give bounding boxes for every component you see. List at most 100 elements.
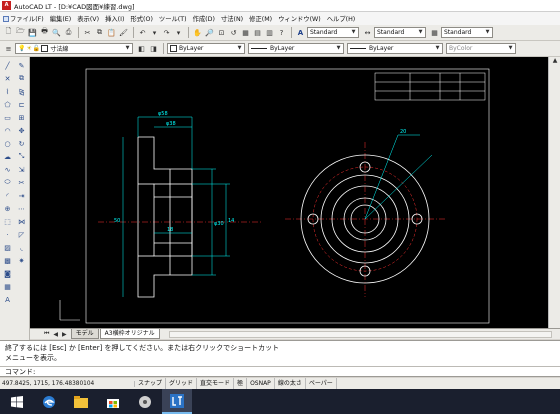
first-tab-icon[interactable]: ⏮	[44, 330, 49, 338]
move-icon[interactable]: ✥	[16, 125, 27, 136]
linetype-select[interactable]: ByLayer ▼	[248, 43, 344, 54]
copy-icon[interactable]: ⧉	[94, 27, 105, 38]
redo-icon[interactable]: ↷	[161, 27, 172, 38]
cut-icon[interactable]: ✂	[82, 27, 93, 38]
stretch-icon[interactable]: ⇲	[16, 164, 27, 175]
insert-block-icon[interactable]: ⊕	[2, 203, 13, 214]
rotate-icon[interactable]: ↻	[16, 138, 27, 149]
menu-draw[interactable]: 作成(D)	[193, 14, 215, 23]
menu-format[interactable]: 形式(O)	[130, 14, 152, 23]
dim-style-select[interactable]: Standard ▼	[374, 27, 426, 38]
menu-view[interactable]: 表示(V)	[77, 14, 99, 23]
tab-model[interactable]: モデル	[70, 329, 99, 339]
coordinate-readout[interactable]: 497.8425, 1715, 176.48380104	[0, 380, 135, 387]
plot-style-select[interactable]: ByColor ▼	[446, 43, 516, 54]
vertical-scrollbar[interactable]: ▲	[548, 57, 560, 328]
mirror-icon[interactable]: ⧎	[16, 86, 27, 97]
scale-icon[interactable]: ⤡	[16, 151, 27, 162]
layer-select[interactable]: 💡 ☀ 🔓 寸法線 ▼	[15, 43, 133, 54]
make-block-icon[interactable]: ⬚	[2, 216, 13, 227]
autocad-lt-taskbar-icon[interactable]	[162, 389, 192, 414]
osnap-toggle[interactable]: OSNAP	[247, 378, 275, 389]
polygon-icon[interactable]: ⬠	[2, 99, 13, 110]
print-icon[interactable]: 🖶	[39, 27, 50, 38]
lineweight-select[interactable]: ByLayer ▼	[347, 43, 443, 54]
region-icon[interactable]: ◙	[2, 268, 13, 279]
menu-dimension[interactable]: 寸法(N)	[221, 14, 243, 23]
menu-tools[interactable]: ツール(T)	[159, 14, 187, 23]
menu-file[interactable]: ファイル(F)	[3, 14, 44, 23]
undo-icon[interactable]: ↶	[137, 27, 148, 38]
ortho-toggle[interactable]: 直交モード	[197, 378, 235, 389]
save-icon[interactable]: 💾	[27, 27, 38, 38]
media-app-icon[interactable]	[130, 389, 160, 414]
rectangle-icon[interactable]: ▭	[2, 112, 13, 123]
extend-icon[interactable]: ⇥	[16, 190, 27, 201]
fillet-icon[interactable]: ◟	[16, 242, 27, 253]
offset-icon[interactable]: ⊏	[16, 99, 27, 110]
paper-model-toggle[interactable]: ペーパー	[306, 378, 337, 389]
polyline-icon[interactable]: ⌇	[2, 86, 13, 97]
menu-help[interactable]: ヘルプ(H)	[327, 14, 356, 23]
chamfer-icon[interactable]: ◸	[16, 229, 27, 240]
publish-icon[interactable]: ⎙	[63, 27, 74, 38]
prev-tab-icon[interactable]: ◀	[53, 331, 58, 338]
properties-icon[interactable]: ▦	[240, 27, 251, 38]
drawing-canvas[interactable]: φ58 φ38 φ30 14 18 50 20	[30, 57, 548, 328]
point-icon[interactable]: ·	[2, 229, 13, 240]
ellipse-arc-icon[interactable]: ◜	[2, 190, 13, 201]
help-icon[interactable]: ?	[276, 27, 287, 38]
tool-palettes-icon[interactable]: ▥	[264, 27, 275, 38]
hatch-icon[interactable]: ▨	[2, 242, 13, 253]
horizontal-scrollbar[interactable]	[168, 330, 552, 338]
zoom-previous-icon[interactable]: ↺	[228, 27, 239, 38]
break-icon[interactable]: ⋯	[16, 203, 27, 214]
line-icon[interactable]: ╱	[2, 60, 13, 71]
redo-dropdown-icon[interactable]: ▾	[173, 27, 184, 38]
construction-line-icon[interactable]: ✕	[2, 73, 13, 84]
next-tab-icon[interactable]: ▶	[62, 331, 67, 338]
menu-insert[interactable]: 挿入(I)	[105, 14, 124, 23]
multiline-text-icon[interactable]: A	[2, 294, 13, 305]
store-icon[interactable]	[98, 389, 128, 414]
array-icon[interactable]: ⊞	[16, 112, 27, 123]
make-layer-current-icon[interactable]: ◧	[136, 43, 147, 54]
join-icon[interactable]: ⋈	[16, 216, 27, 227]
arc-icon[interactable]: ◠	[2, 125, 13, 136]
circle-icon[interactable]: ○	[2, 138, 13, 149]
table-icon[interactable]: ▦	[2, 281, 13, 292]
layer-previous-icon[interactable]: ◨	[148, 43, 159, 54]
scroll-up-icon[interactable]: ▲	[549, 57, 560, 67]
print-preview-icon[interactable]: 🔍	[51, 27, 62, 38]
file-explorer-icon[interactable]	[66, 389, 96, 414]
color-select[interactable]: ByLayer ▼	[167, 43, 245, 54]
edge-browser-icon[interactable]	[34, 389, 64, 414]
tab-layout[interactable]: A3横枠オリジナル	[99, 329, 160, 339]
erase-icon[interactable]: ✎	[16, 60, 27, 71]
zoom-window-icon[interactable]: ⊡	[216, 27, 227, 38]
windows-start-icon[interactable]	[2, 389, 32, 414]
zoom-realtime-icon[interactable]: 🔎	[204, 27, 215, 38]
lineweight-toggle[interactable]: 線の太さ	[275, 378, 306, 389]
match-properties-icon[interactable]: 🖌	[118, 27, 129, 38]
layer-manager-icon[interactable]: ≡	[3, 43, 14, 54]
autocad-app-icon[interactable]: A	[2, 1, 11, 10]
menu-edit[interactable]: 編集(E)	[50, 14, 72, 23]
menu-window[interactable]: ウィンドウ(W)	[278, 14, 321, 23]
pan-icon[interactable]: ✋	[192, 27, 203, 38]
table-style-select[interactable]: Standard ▼	[441, 27, 493, 38]
explode-icon[interactable]: ✷	[16, 255, 27, 266]
design-center-icon[interactable]: ▤	[252, 27, 263, 38]
polar-toggle[interactable]: 極	[234, 378, 248, 389]
new-file-icon[interactable]: 🗋	[3, 27, 14, 38]
paste-icon[interactable]: 📋	[106, 27, 117, 38]
menu-modify[interactable]: 修正(M)	[249, 14, 272, 23]
gradient-icon[interactable]: ▩	[2, 255, 13, 266]
grid-toggle[interactable]: グリッド	[166, 378, 198, 389]
revision-cloud-icon[interactable]: ☁	[2, 151, 13, 162]
command-input[interactable]: コマンド:	[0, 366, 560, 377]
text-style-select[interactable]: Standard ▼	[307, 27, 359, 38]
snap-toggle[interactable]: スナップ	[135, 378, 167, 389]
undo-dropdown-icon[interactable]: ▾	[149, 27, 160, 38]
open-folder-icon[interactable]: 🗁	[15, 27, 26, 38]
